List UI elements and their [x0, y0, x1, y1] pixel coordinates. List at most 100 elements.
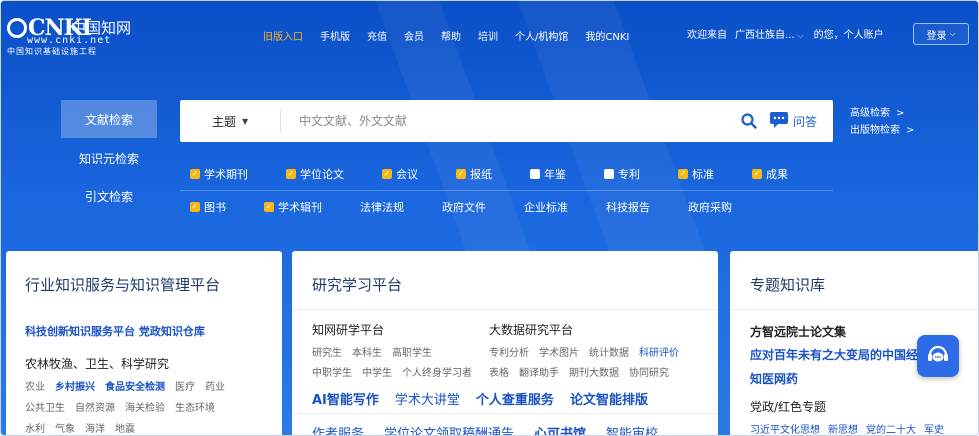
- checkbox-checked-icon: ✓: [678, 169, 688, 179]
- divider: [730, 309, 978, 310]
- publication-search-link[interactable]: 出版物检索 >: [850, 122, 914, 139]
- cnki-homepage: CNKI 中国知网 www.cnki.net 中国知识基础设施工程 旧版入口 手…: [0, 0, 979, 436]
- db-books[interactable]: ✓ 图书: [190, 199, 226, 215]
- db-patents[interactable]: 专利: [604, 166, 640, 182]
- link-smart-proofread[interactable]: 智能审校: [606, 427, 658, 435]
- link-military-history[interactable]: 军史: [924, 425, 944, 435]
- advanced-search-link[interactable]: 高级检索 >: [850, 105, 914, 122]
- link-xi-culture-thought[interactable]: 习近平文化思想: [750, 425, 820, 435]
- link-research-evaluation[interactable]: 科研评价: [639, 348, 679, 359]
- checkbox-checked-icon: ✓: [382, 169, 392, 179]
- db-gov-procurement[interactable]: 政府采购: [688, 199, 732, 215]
- tab-literature-search[interactable]: 文献检索: [61, 100, 157, 138]
- nav-my-cnki[interactable]: 我的CNKI: [585, 28, 629, 43]
- chevron-down-icon: ⌵: [797, 31, 804, 40]
- link-medical[interactable]: 医疗: [175, 382, 195, 393]
- link-agriculture[interactable]: 农业: [25, 382, 45, 393]
- topic-zhiyi-wangyao[interactable]: 知医网药: [750, 370, 798, 387]
- nav-training[interactable]: 培训: [478, 28, 498, 43]
- link-translation[interactable]: 翻译助手: [519, 368, 559, 379]
- db-tech-reports[interactable]: 科技报告: [606, 199, 650, 215]
- nav-help[interactable]: 帮助: [441, 28, 461, 43]
- chat-assistant-button[interactable]: [917, 335, 959, 377]
- link-ai-writing[interactable]: AI智能写作: [312, 393, 379, 408]
- region-selector[interactable]: 广西壮族自... ⌵: [735, 26, 804, 41]
- divider: [280, 110, 281, 132]
- link-lifelong-learner[interactable]: 个人终身学习者: [402, 368, 472, 379]
- yanxue-line-1: 研究生 本科生 高职学生: [312, 344, 442, 359]
- link-new-thought[interactable]: 新思想: [828, 425, 858, 435]
- topic-party-red[interactable]: 党政/红色专题: [750, 398, 826, 415]
- db-journals[interactable]: ✓ 学术期刊: [190, 166, 248, 182]
- checkbox-checked-icon: ✓: [286, 169, 296, 179]
- headset-chat-icon: [925, 341, 951, 371]
- tab-knowledge-unit-search[interactable]: 知识元检索: [61, 139, 157, 177]
- cnki-logo[interactable]: CNKI 中国知网 www.cnki.net 中国知识基础设施工程: [7, 15, 147, 56]
- link-meteorology[interactable]: 气象: [55, 424, 75, 435]
- db-theses[interactable]: ✓ 学位论文: [286, 166, 344, 182]
- bigdata-line-1: 专利分析 学术图片 统计数据 科研评价: [489, 344, 689, 359]
- nav-recharge[interactable]: 充值: [367, 28, 387, 43]
- link-high-school[interactable]: 中学生: [362, 368, 392, 379]
- nav-legacy-entry[interactable]: 旧版入口: [263, 28, 303, 43]
- link-vocational[interactable]: 高职学生: [392, 348, 432, 359]
- link-customs[interactable]: 海关检验: [125, 403, 165, 414]
- qa-button[interactable]: 问答: [769, 111, 817, 132]
- link-earthquake[interactable]: 地震: [115, 424, 135, 435]
- db-achievements[interactable]: ✓ 成果: [752, 166, 788, 182]
- checkbox-checked-icon: ✓: [264, 202, 274, 212]
- link-water[interactable]: 水利: [25, 424, 45, 435]
- link-undergraduate[interactable]: 本科生: [352, 348, 382, 359]
- search-scope-select[interactable]: 主题 ▼: [180, 113, 280, 130]
- link-ecology[interactable]: 生态环境: [175, 403, 215, 414]
- yanxue-platform-title[interactable]: 知网研学平台: [312, 321, 384, 338]
- bottom-links: 作者服务 学位论文领取稿酬通告 心可书馆 智能审校: [312, 423, 678, 435]
- db-yearbooks[interactable]: 年鉴: [530, 166, 566, 182]
- divider: [292, 309, 718, 310]
- db-laws[interactable]: 法律法规: [360, 199, 404, 215]
- nav-mobile[interactable]: 手机版: [320, 28, 350, 43]
- link-collaboration[interactable]: 协同研究: [629, 368, 669, 379]
- link-20th-congress[interactable]: 党的二十大: [866, 425, 916, 435]
- link-secondary-vocational[interactable]: 中职学生: [312, 368, 352, 379]
- nav-membership[interactable]: 会员: [404, 28, 424, 43]
- greeting-text: 的您，个人账户: [813, 30, 884, 41]
- db-conferences[interactable]: ✓ 会议: [382, 166, 418, 182]
- link-royalty-notice[interactable]: 学位论文领取稿酬通告: [384, 427, 514, 435]
- link-academic-images[interactable]: 学术图片: [539, 348, 579, 359]
- search-bar: 主题▼ 问答: [180, 100, 833, 142]
- bigdata-platform-title[interactable]: 大数据研究平台: [489, 321, 573, 338]
- service-links: AI智能写作 学术大讲堂 个人查重服务 论文智能排版: [312, 389, 664, 408]
- link-pharma[interactable]: 药业: [205, 382, 225, 393]
- db-standards[interactable]: ✓ 标准: [678, 166, 714, 182]
- db-enterprise-standards[interactable]: 企业标准: [524, 199, 568, 215]
- link-thesis-formatting[interactable]: 论文智能排版: [570, 393, 648, 408]
- search-icon[interactable]: [733, 105, 765, 137]
- link-journal-bigdata[interactable]: 期刊大数据: [569, 368, 619, 379]
- link-natural-resources[interactable]: 自然资源: [75, 403, 115, 414]
- industry-line-1: 农业 乡村振兴 食品安全检测 医疗 药业: [25, 378, 235, 393]
- topic-fang-zhiyuan[interactable]: 方智远院士论文集: [750, 323, 846, 340]
- link-patent-analysis[interactable]: 专利分析: [489, 348, 529, 359]
- search-input[interactable]: [299, 114, 733, 128]
- link-ocean[interactable]: 海洋: [85, 424, 105, 435]
- link-public-health[interactable]: 公共卫生: [25, 403, 65, 414]
- link-lecture-hall[interactable]: 学术大讲堂: [395, 393, 460, 408]
- link-statistics[interactable]: 统计数据: [589, 348, 629, 359]
- login-button[interactable]: 登录 ⌵: [913, 23, 969, 45]
- db-newspapers[interactable]: ✓ 报纸: [456, 166, 492, 182]
- link-author-services[interactable]: 作者服务: [312, 427, 364, 435]
- link-xinke-library[interactable]: 心可书馆: [534, 427, 586, 435]
- link-food-safety[interactable]: 食品安全检测: [105, 382, 165, 393]
- panel-title: 行业知识服务与知识管理平台: [25, 276, 221, 294]
- link-plagiarism-check[interactable]: 个人查重服务: [476, 393, 554, 408]
- industry-featured-links[interactable]: 科技创新知识服务平台 党政知识仓库: [25, 323, 205, 339]
- nav-library[interactable]: 个人/机构馆: [515, 28, 568, 43]
- db-gov-docs[interactable]: 政府文件: [442, 199, 486, 215]
- link-graduate[interactable]: 研究生: [312, 348, 342, 359]
- topic-great-change[interactable]: 应对百年未有之大变局的中国经济: [750, 346, 930, 363]
- link-tables[interactable]: 表格: [489, 368, 509, 379]
- link-rural-revitalization[interactable]: 乡村振兴: [55, 382, 95, 393]
- tab-citation-search[interactable]: 引文检索: [61, 177, 157, 215]
- db-serials[interactable]: ✓ 学术辑刊: [264, 199, 322, 215]
